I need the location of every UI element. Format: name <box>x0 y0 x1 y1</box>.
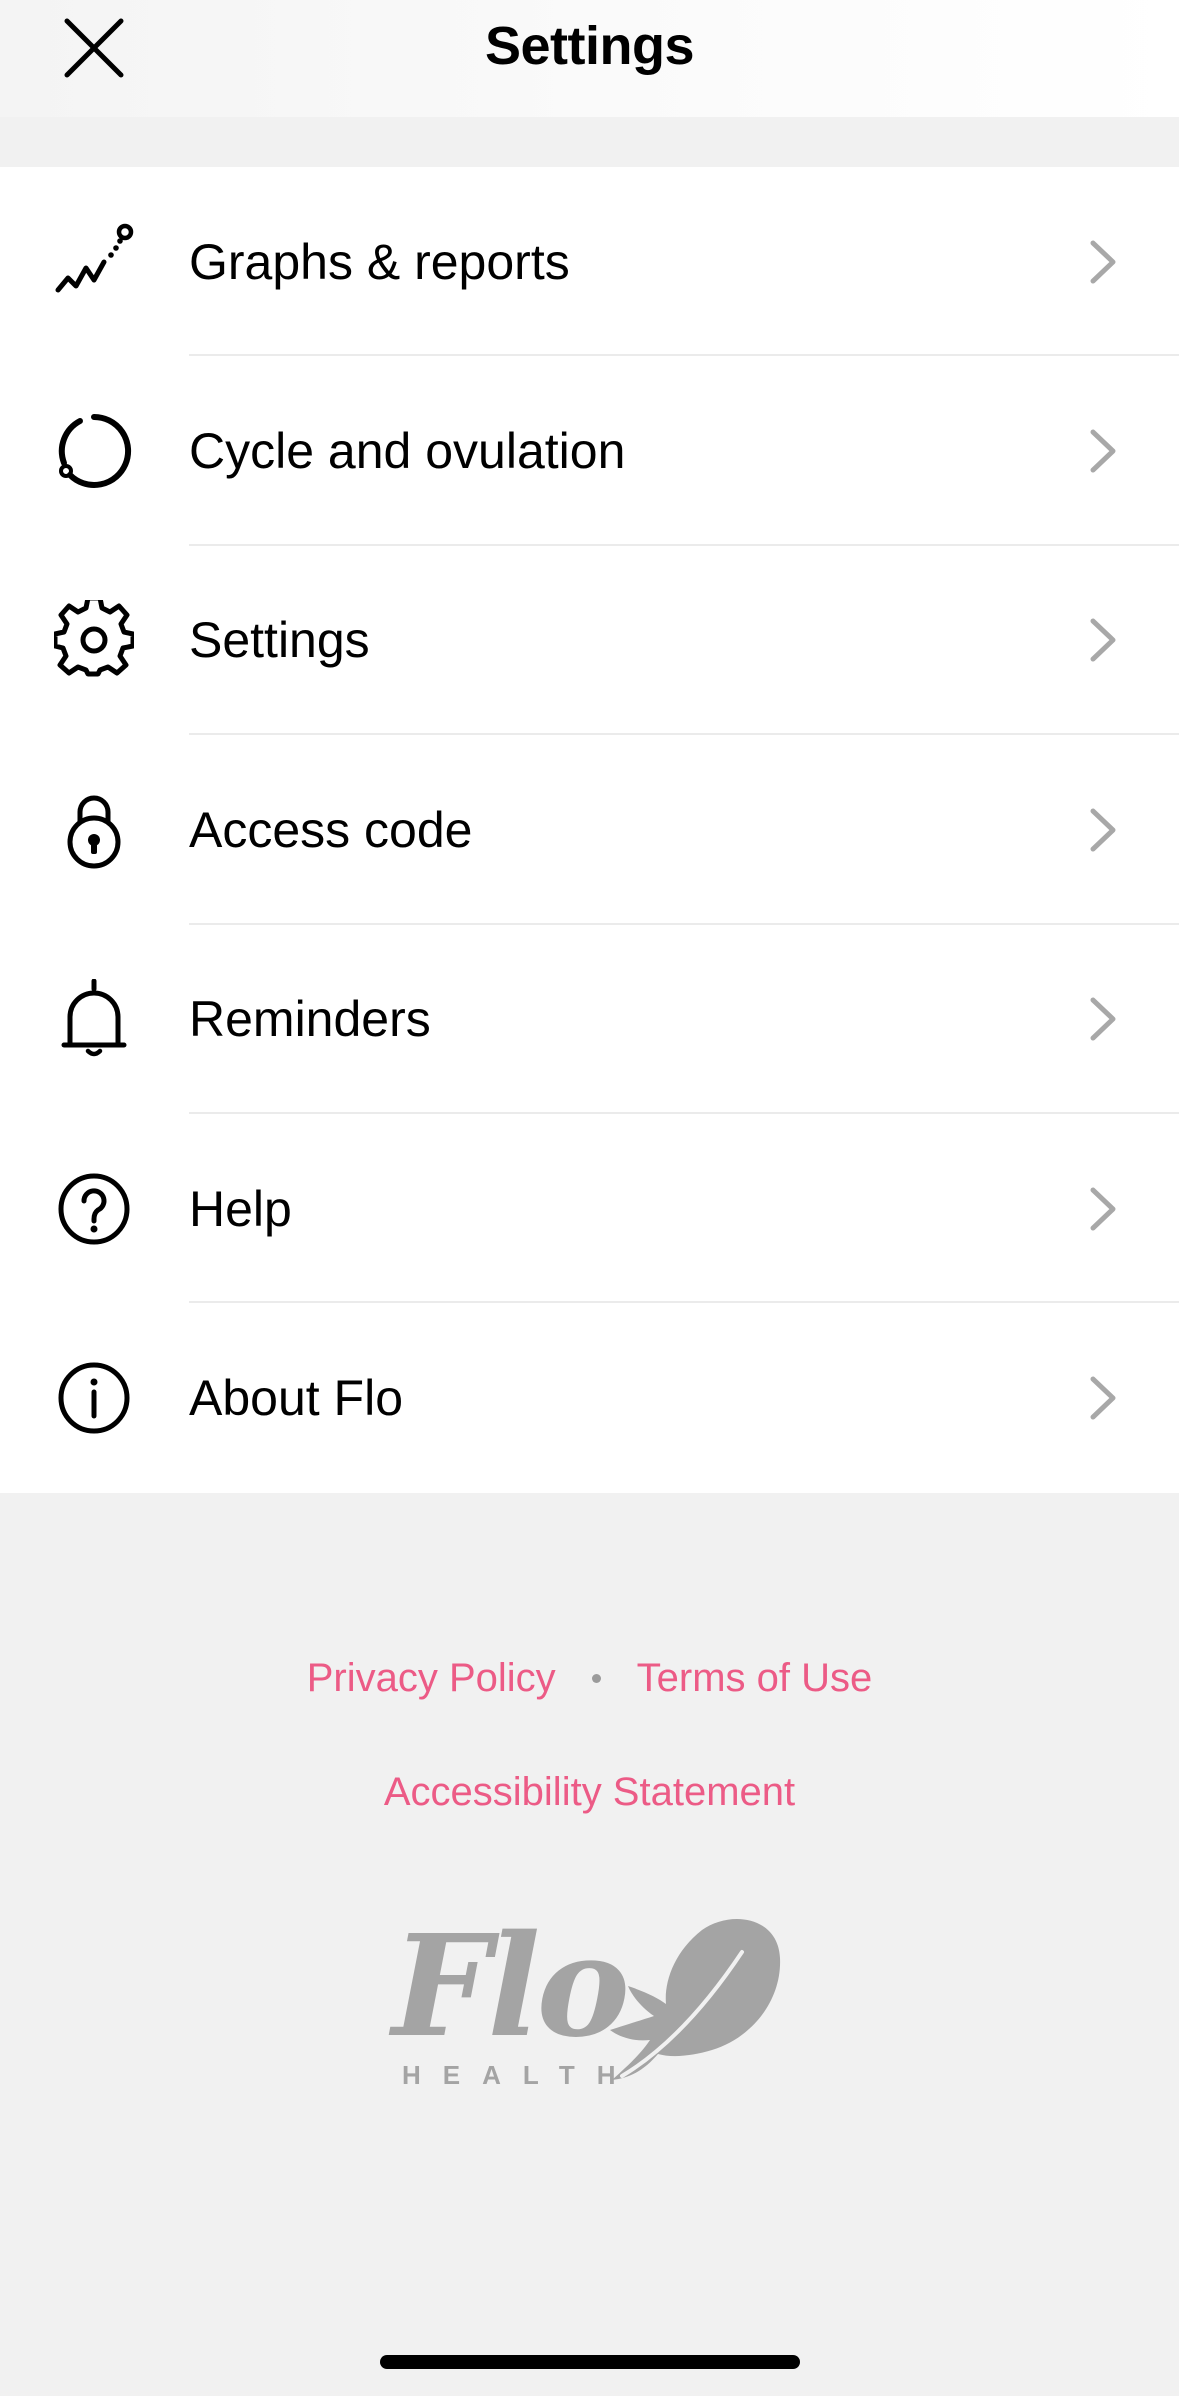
menu-item-help[interactable]: Help <box>0 1114 1179 1304</box>
menu-item-graphs-reports[interactable]: Graphs & reports <box>0 167 1179 357</box>
terms-of-use-link[interactable]: Terms of Use <box>637 1650 873 1706</box>
menu-item-access-code[interactable]: Access code <box>0 735 1179 925</box>
chevron-right-icon <box>1090 618 1116 662</box>
home-indicator[interactable] <box>380 2355 800 2369</box>
menu-item-label: About Flo <box>189 1370 404 1427</box>
menu-item-cycle-ovulation[interactable]: Cycle and ovulation <box>0 356 1179 546</box>
accessibility-statement-row: Accessibility Statement <box>0 1764 1179 1820</box>
menu-item-label: Help <box>189 1180 292 1237</box>
cycle-icon <box>52 409 136 493</box>
menu-item-settings[interactable]: Settings <box>0 546 1179 736</box>
feather-icon <box>610 1918 781 2080</box>
menu-item-label: Settings <box>189 612 370 669</box>
page-title: Settings <box>484 16 695 76</box>
chevron-right-icon <box>1090 1187 1116 1231</box>
settings-menu: Graphs & reports Cycle and ovulation Set… <box>0 167 1179 1493</box>
lock-icon <box>52 788 136 872</box>
question-icon <box>52 1167 136 1251</box>
chevron-right-icon <box>1090 240 1116 284</box>
logo-wordmark: Flo <box>392 1905 630 2069</box>
menu-item-label: Cycle and ovulation <box>189 423 626 480</box>
menu-item-reminders[interactable]: Reminders <box>0 925 1179 1114</box>
gear-icon <box>52 598 136 682</box>
separator-dot <box>591 1673 601 1683</box>
header: Settings <box>0 0 1179 117</box>
flo-health-logo: Flo HEALTH <box>392 1912 782 2102</box>
menu-item-label: Reminders <box>189 991 431 1048</box>
accessibility-statement-link[interactable]: Accessibility Statement <box>384 1770 795 1814</box>
chevron-right-icon <box>1090 997 1116 1041</box>
menu-item-label: Access code <box>189 801 473 858</box>
graph-icon <box>52 220 136 304</box>
chevron-right-icon <box>1090 429 1116 473</box>
info-icon <box>52 1356 136 1440</box>
privacy-policy-link[interactable]: Privacy Policy <box>307 1650 556 1706</box>
menu-item-label: Graphs & reports <box>189 233 570 290</box>
settings-screen: Settings Graphs & reports Cycle and ovul… <box>0 0 1179 2396</box>
bell-icon <box>52 977 136 1061</box>
chevron-right-icon <box>1090 1376 1116 1420</box>
chevron-right-icon <box>1090 808 1116 852</box>
legal-links: Privacy Policy Terms of Use <box>0 1650 1179 1706</box>
menu-item-about-flo[interactable]: About Flo <box>0 1303 1179 1492</box>
